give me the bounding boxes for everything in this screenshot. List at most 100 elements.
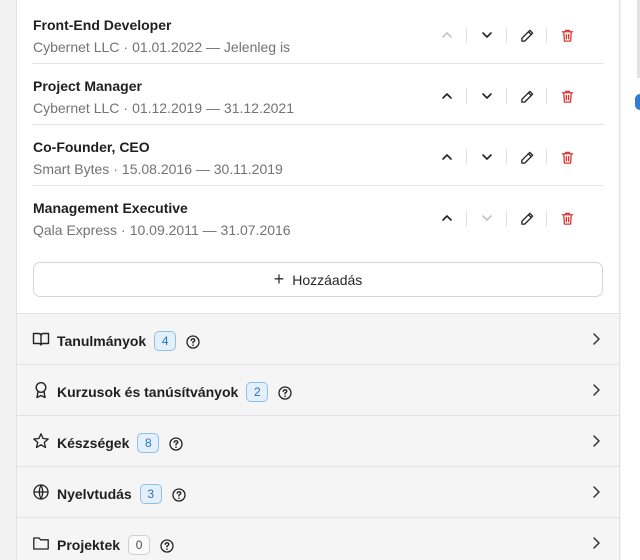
action-divider [546,88,547,104]
plus-icon: + [273,268,285,289]
help-icon[interactable] [169,437,184,451]
section-languages[interactable]: Nyelvtudás 3 [17,466,619,517]
count-badge: 8 [137,433,160,453]
section-label: Készségek 8 [57,433,184,453]
action-divider [466,88,467,104]
chevron-up-icon [442,32,452,38]
experience-title: Front-End Developer [33,17,172,33]
move-down-button[interactable] [474,145,500,169]
experience-company: Smart Bytes [33,161,110,177]
experience-title: Co-Founder, CEO [33,139,150,155]
count-badge: 4 [154,331,177,351]
chevron-up-icon [442,215,452,221]
pencil-icon [520,151,533,164]
action-divider [546,149,547,165]
help-icon[interactable] [172,488,186,502]
move-up-button[interactable] [434,145,460,169]
help-icon[interactable] [160,539,174,553]
experience-subtitle: Cybernet LLC · 01.01.2022 — Jelenleg is [33,39,290,55]
experience-item: Front-End Developer Cybernet LLC · 01.01.2… [32,3,604,64]
action-divider [506,88,507,104]
edit-button[interactable] [514,145,540,169]
chevron-up-icon [442,154,452,160]
edit-button[interactable] [514,23,540,47]
delete-button[interactable] [554,206,580,230]
chevron-right-icon [593,435,600,447]
experience-dates: 01.01.2022 — Jelenleg is [132,39,291,55]
add-experience-button[interactable]: + Hozzáadás [33,262,603,297]
count-badge: 2 [246,382,269,402]
experience-dates: 15.08.2016 — 30.11.2019 [121,161,283,177]
edit-button[interactable] [514,206,540,230]
section-label: Nyelvtudás 3 [57,484,186,504]
pencil-icon [520,90,533,103]
delete-button[interactable] [554,145,580,169]
move-up-button[interactable] [434,84,460,108]
separator-dot: · [121,222,126,238]
move-up-button[interactable] [434,206,460,230]
chevron-down-icon [482,93,492,99]
delete-button[interactable] [554,84,580,108]
chevron-up-icon [442,93,452,99]
chevron-down-icon [482,32,492,38]
delete-button[interactable] [554,23,580,47]
move-down-button[interactable] [474,23,500,47]
add-button-label: Hozzáadás [292,271,363,288]
trash-icon [561,29,573,42]
folder-icon [33,537,49,550]
pencil-icon [520,29,533,42]
action-divider [466,210,467,226]
experience-subtitle: Smart Bytes · 15.08.2016 — 30.11.2019 [33,161,283,177]
chevron-right-icon [593,384,600,396]
edit-button[interactable] [514,84,540,108]
experience-dates: 01.12.2019 — 31.12.2021 [132,100,294,116]
chevron-down-icon [482,215,492,221]
section-courses-certificates[interactable]: Kurzusok és tanúsítványok 2 [17,364,619,415]
action-divider [546,27,547,43]
book-icon [32,332,50,346]
trash-icon [561,212,573,225]
award-icon [35,381,47,399]
trash-icon [561,90,573,103]
section-title: Projektek [57,537,121,553]
section-title: Kurzusok és tanúsítványok [57,384,239,400]
chevron-down-icon [482,154,492,160]
count-badge: 3 [139,484,162,504]
star-icon [33,433,49,449]
experience-subtitle: Cybernet LLC · 01.12.2019 — 31.12.2021 [33,100,294,116]
experience-subtitle: Qala Express · 10.09.2011 — 31.07.2016 [33,222,291,238]
globe-icon [33,484,49,500]
move-up-button[interactable] [434,23,460,47]
action-divider [506,210,507,226]
experience-company: Cybernet LLC [33,100,120,116]
move-down-button[interactable] [474,84,500,108]
action-divider [506,27,507,43]
help-icon[interactable] [278,386,292,400]
section-education[interactable]: Tanulmányok 4 [17,313,619,364]
chevron-right-icon [593,333,600,345]
section-title: Készségek [57,435,130,451]
separator-dot: · [123,100,129,116]
separator-dot: · [113,161,118,177]
experience-company: Qala Express [33,222,118,238]
section-label: Projektek 0 [57,535,174,555]
section-title: Nyelvtudás [57,486,132,502]
chevron-right-icon [593,537,600,549]
experience-dates: 10.09.2011 — 31.07.2016 [129,222,291,238]
action-divider [546,210,547,226]
right-side-panel [621,0,640,560]
experience-title: Project Manager [33,78,142,94]
separator-dot: · [123,39,129,55]
experience-company: Cybernet LLC [33,39,120,55]
action-divider [506,149,507,165]
chevron-right-icon [593,486,600,498]
action-divider [466,149,467,165]
move-down-button[interactable] [474,206,500,230]
side-indicator [635,94,640,110]
experience-item: Management Executive Qala Express · 10.09.… [32,186,604,247]
section-projects[interactable]: Projektek 0 [17,517,619,560]
experience-title: Management Executive [33,200,188,216]
section-label: Tanulmányok 4 [57,331,200,351]
section-skills[interactable]: Készségek 8 [17,415,619,466]
help-icon[interactable] [186,335,200,349]
